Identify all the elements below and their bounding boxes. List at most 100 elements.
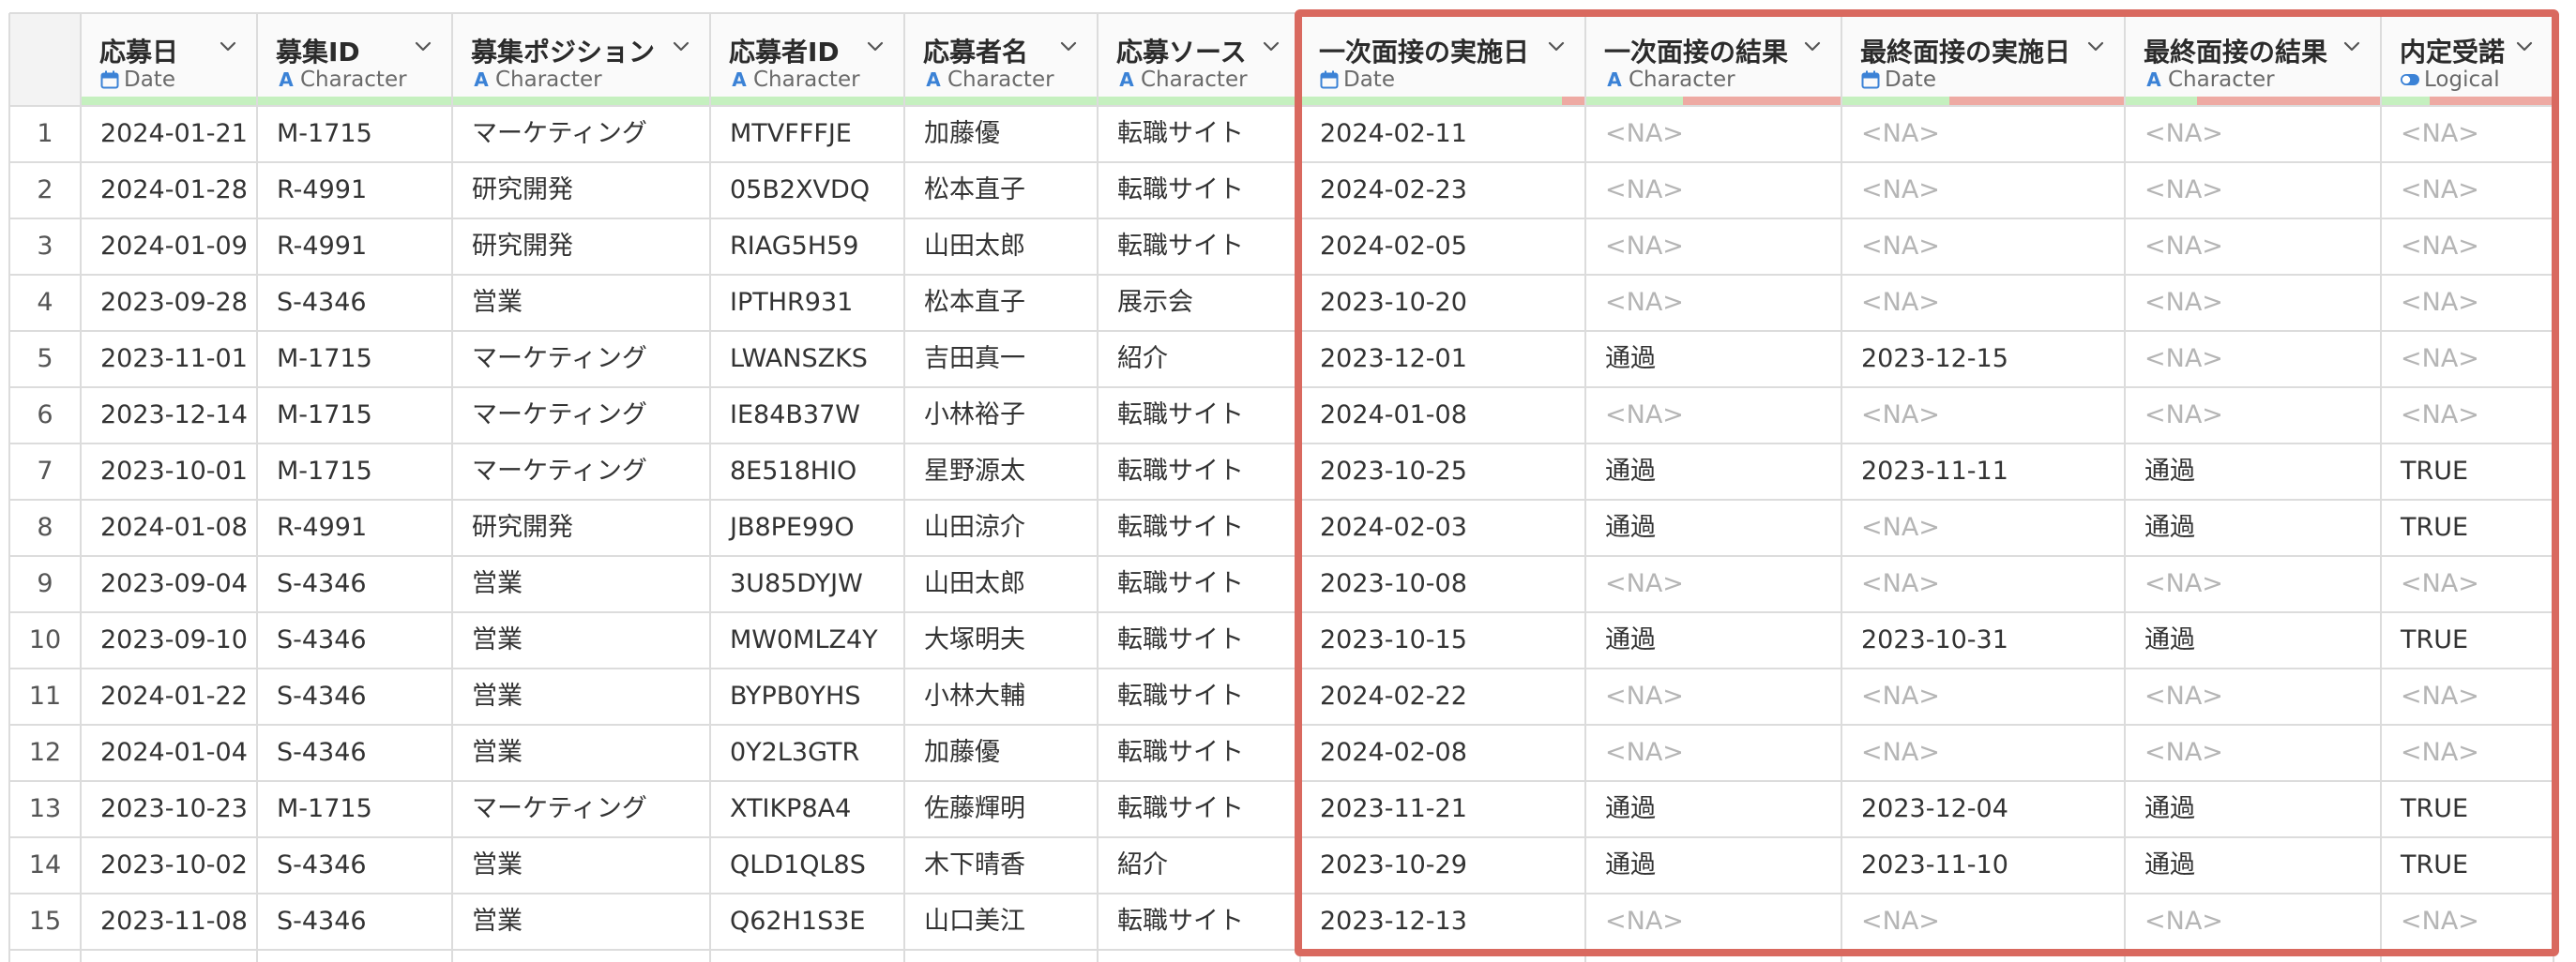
table-cell[interactable]: 05B2XVDQ	[730, 162, 870, 218]
table-cell[interactable]: 営業	[472, 894, 523, 950]
table-cell[interactable]: 星野源太	[924, 443, 1025, 500]
table-cell[interactable]: S-4346	[277, 725, 367, 781]
table-cell[interactable]: 転職サイト	[1117, 894, 1244, 950]
table-cell[interactable]: マーケティング	[472, 331, 647, 387]
table-cell[interactable]: Q62H1S3E	[730, 894, 865, 950]
table-cell[interactable]: 2024-01-04	[100, 725, 248, 781]
table-cell[interactable]: 松本直子	[924, 275, 1025, 331]
table-cell[interactable]: マーケティング	[472, 781, 647, 837]
table-cell[interactable]: 展示会	[1117, 275, 1193, 331]
table-cell[interactable]: 紹介	[1117, 837, 1168, 894]
table-cell[interactable]: 転職サイト	[1117, 218, 1244, 275]
table-cell[interactable]: MTVFFFJE	[730, 106, 852, 162]
table-cell[interactable]: M-1715	[277, 443, 372, 500]
table-cell[interactable]: MW0MLZ4Y	[730, 612, 878, 669]
table-cell[interactable]: 転職サイト	[1117, 781, 1244, 837]
table-cell[interactable]: 山田太郎	[924, 556, 1025, 612]
table-cell[interactable]: LWANSZKS	[730, 331, 868, 387]
table-cell[interactable]: S-4346	[277, 894, 367, 950]
table-cell[interactable]: JB8PE99O	[730, 500, 855, 556]
table-cell[interactable]: マーケティング	[472, 106, 647, 162]
table-cell[interactable]: M-1715	[277, 781, 372, 837]
table-cell[interactable]: 吉田真一	[924, 331, 1025, 387]
table-cell[interactable]: 転職サイト	[1117, 387, 1244, 443]
table-cell[interactable]: 転職サイト	[1117, 669, 1244, 725]
chevron-down-icon[interactable]	[218, 36, 238, 56]
table-cell[interactable]: IPTHR931	[730, 275, 853, 331]
table-cell[interactable]: S-4346	[277, 275, 367, 331]
table-cell[interactable]: 営業	[472, 837, 523, 894]
column-header[interactable]: 応募ソース A Character	[1098, 13, 1300, 103]
chevron-down-icon[interactable]	[865, 36, 886, 56]
table-cell[interactable]: 営業	[472, 275, 523, 331]
table-cell[interactable]: 2023-11-08	[100, 894, 248, 950]
table-cell[interactable]: QLD1QL8S	[730, 837, 866, 894]
table-cell[interactable]: 紹介	[1117, 331, 1168, 387]
table-cell[interactable]: 2024-01-21	[100, 106, 248, 162]
table-cell[interactable]: RIAG5H59	[730, 218, 858, 275]
table-cell[interactable]: 山田涼介	[924, 500, 1025, 556]
table-cell[interactable]: 2024-01-09	[100, 218, 248, 275]
table-cell[interactable]: BYPB0YHS	[730, 669, 860, 725]
column-header[interactable]: 応募者ID A Character	[710, 13, 904, 103]
table-cell[interactable]: 2023-09-28	[100, 275, 248, 331]
table-cell[interactable]: 2023-09-04	[100, 556, 248, 612]
table-cell[interactable]: 営業	[472, 612, 523, 669]
table-cell[interactable]: S-4346	[277, 556, 367, 612]
chevron-down-icon[interactable]	[413, 36, 433, 56]
table-cell[interactable]: 研究開発	[472, 218, 573, 275]
table-cell[interactable]: 小林裕子	[924, 387, 1025, 443]
table-cell[interactable]: 転職サイト	[1117, 443, 1244, 500]
table-cell[interactable]: 加藤優	[924, 106, 1000, 162]
column-header[interactable]: 応募者名 A Character	[904, 13, 1098, 103]
column-header[interactable]: 応募日 Date	[81, 13, 257, 103]
table-cell[interactable]: M-1715	[277, 387, 372, 443]
table-cell[interactable]: 2023-10-02	[100, 837, 248, 894]
table-cell[interactable]: 転職サイト	[1117, 162, 1244, 218]
table-cell[interactable]: S-4346	[277, 837, 367, 894]
table-cell[interactable]: 転職サイト	[1117, 612, 1244, 669]
table-cell[interactable]: 2023-09-10	[100, 612, 248, 669]
table-cell[interactable]: 2023-11-01	[100, 331, 248, 387]
table-cell[interactable]: 松本直子	[924, 162, 1025, 218]
chevron-down-icon[interactable]	[1261, 36, 1281, 56]
table-cell[interactable]: 3U85DYJW	[730, 556, 863, 612]
table-cell[interactable]: 0Y2L3GTR	[730, 725, 859, 781]
table-cell[interactable]: マーケティング	[472, 443, 647, 500]
table-cell[interactable]: 研究開発	[472, 500, 573, 556]
column-header[interactable]: 募集ID A Character	[257, 13, 452, 103]
table-cell[interactable]: IE84B37W	[730, 387, 860, 443]
column-header[interactable]: 募集ポジション A Character	[452, 13, 710, 103]
table-cell[interactable]: M-1715	[277, 331, 372, 387]
table-cell[interactable]: 営業	[472, 669, 523, 725]
table-cell[interactable]: S-4346	[277, 612, 367, 669]
table-cell[interactable]: R-4991	[277, 218, 367, 275]
table-cell[interactable]: 転職サイト	[1117, 106, 1244, 162]
table-cell[interactable]: 山田太郎	[924, 218, 1025, 275]
table-cell[interactable]: 2024-01-28	[100, 162, 248, 218]
table-cell[interactable]: XTIKP8A4	[730, 781, 851, 837]
table-cell[interactable]: 2023-10-23	[100, 781, 248, 837]
chevron-down-icon[interactable]	[671, 36, 691, 56]
table-cell[interactable]: 転職サイト	[1117, 500, 1244, 556]
table-cell[interactable]: R-4991	[277, 500, 367, 556]
table-cell[interactable]: 営業	[472, 725, 523, 781]
table-cell[interactable]: 小林大輔	[924, 669, 1025, 725]
table-cell[interactable]: 2023-10-01	[100, 443, 248, 500]
table-cell[interactable]: 2023-12-14	[100, 387, 248, 443]
table-cell[interactable]: 佐藤輝明	[924, 781, 1025, 837]
table-cell[interactable]: 木下晴香	[924, 837, 1025, 894]
table-cell[interactable]: 営業	[472, 556, 523, 612]
table-cell[interactable]: 研究開発	[472, 162, 573, 218]
table-cell[interactable]: M-1715	[277, 106, 372, 162]
table-cell[interactable]: 転職サイト	[1117, 556, 1244, 612]
table-cell[interactable]: S-4346	[277, 669, 367, 725]
table-cell[interactable]: 8E518HIO	[730, 443, 856, 500]
table-cell[interactable]: 加藤優	[924, 725, 1000, 781]
table-cell[interactable]: 2024-01-08	[100, 500, 248, 556]
table-cell[interactable]: 山口美江	[924, 894, 1025, 950]
table-cell[interactable]: マーケティング	[472, 387, 647, 443]
chevron-down-icon[interactable]	[1058, 36, 1079, 56]
table-cell[interactable]: 転職サイト	[1117, 725, 1244, 781]
table-cell[interactable]: 2024-01-22	[100, 669, 248, 725]
